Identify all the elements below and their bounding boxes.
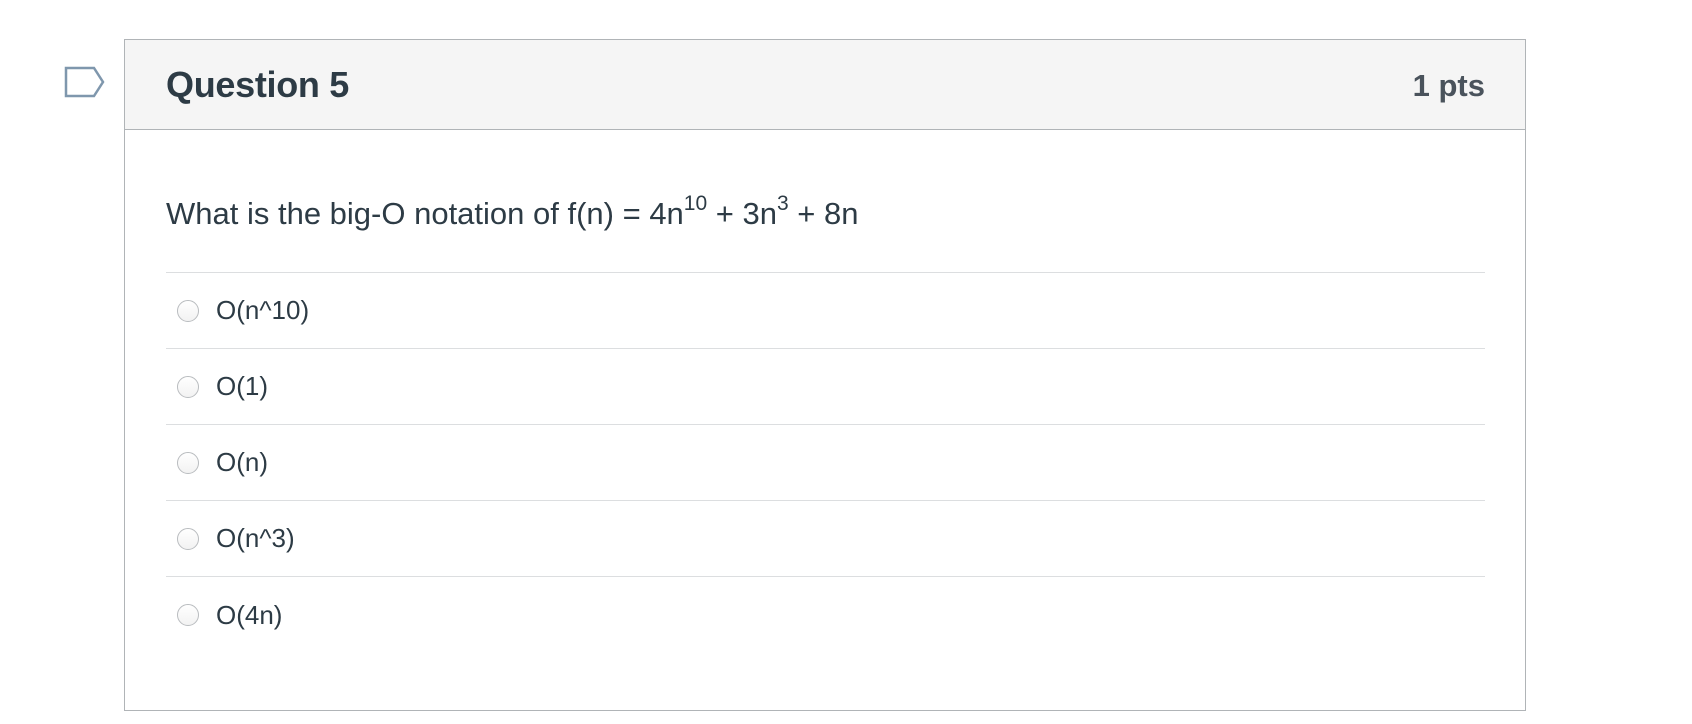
answer-option[interactable]: O(1) [166, 349, 1485, 425]
question-text-exponent-1: 10 [683, 191, 708, 215]
answer-label: O(4n) [216, 599, 283, 630]
answer-radio[interactable] [177, 527, 199, 550]
answer-list: O(n^10) O(1) O(n) O(n^3) O(4n) [166, 272, 1485, 653]
question-text-suffix: + 8n [788, 196, 859, 231]
answer-label: O(n) [216, 447, 268, 477]
answer-label: O(n^10) [216, 295, 310, 325]
answer-option[interactable]: O(n^10) [166, 273, 1485, 349]
question-card: Question 5 1 pts What is the big-O notat… [124, 39, 1526, 711]
question-title: Question 5 [166, 63, 350, 105]
answer-option[interactable]: O(n^3) [166, 501, 1485, 577]
answer-label: O(1) [216, 371, 268, 401]
question-text-exponent-2: 3 [776, 191, 789, 215]
question-body: What is the big-O notation of f(n) = 4n1… [125, 191, 1525, 653]
answer-radio[interactable] [177, 299, 199, 322]
quiz-page: Question 5 1 pts What is the big-O notat… [0, 0, 1692, 724]
answer-option[interactable]: O(4n) [166, 577, 1485, 653]
answer-radio[interactable] [177, 604, 199, 626]
answer-option[interactable]: O(n) [166, 425, 1485, 501]
question-header: Question 5 1 pts [125, 40, 1525, 130]
answer-radio[interactable] [177, 451, 199, 474]
question-points: 1 pts [1412, 67, 1485, 103]
answer-radio[interactable] [177, 375, 199, 398]
question-text-middle: + 3n [707, 196, 777, 231]
flag-question-icon[interactable] [64, 66, 106, 98]
question-text: What is the big-O notation of f(n) = 4n1… [166, 191, 1485, 234]
answer-label: O(n^3) [216, 523, 295, 553]
question-text-prefix: What is the big-O notation of f(n) = 4n [166, 196, 684, 231]
